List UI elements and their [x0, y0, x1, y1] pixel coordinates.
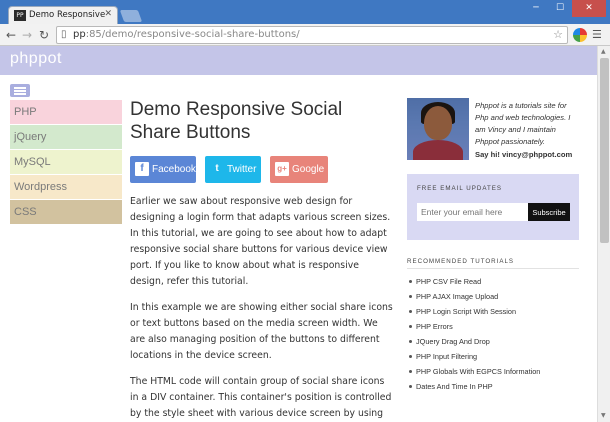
email-box-title: FREE EMAIL UPDATES — [417, 185, 503, 192]
subscribe-button[interactable]: Subscribe — [528, 203, 570, 221]
recommended-link[interactable]: JQuery Drag And Drop — [407, 334, 579, 349]
twitter-share-button[interactable]: t Twitter — [205, 156, 261, 183]
share-buttons: f Facebook t Twitter g+ Google — [130, 156, 395, 183]
twitter-icon: t — [215, 163, 219, 174]
profile-description: Phppot is a tutorials site for Php and w… — [475, 101, 571, 146]
contact-line[interactable]: Say hi! vincy@phppot.com — [475, 150, 572, 159]
site-logo[interactable]: phppot — [10, 50, 62, 68]
hamburger-line — [14, 93, 26, 95]
browser-toolbar: ← → ↻ ▯ pp:85/demo/responsive-social-sha… — [0, 24, 610, 46]
recommended-link[interactable]: PHP Errors — [407, 319, 579, 334]
browser-tab[interactable]: PP Demo Responsive Social S ✕ — [8, 6, 118, 24]
article-paragraph: The HTML code will contain group of soci… — [130, 376, 392, 419]
url-host: pp — [73, 29, 86, 40]
photo-face — [424, 106, 452, 140]
hamburger-line — [14, 87, 26, 89]
facebook-share-button[interactable]: f Facebook — [130, 156, 196, 183]
favicon-icon: PP — [14, 10, 26, 21]
reload-icon[interactable]: ↻ — [37, 27, 51, 43]
scroll-up-icon[interactable]: ▲ — [601, 48, 606, 55]
google-share-button[interactable]: g+ Google — [270, 156, 328, 183]
hamburger-line — [14, 90, 26, 92]
google-plus-icon: g+ — [275, 162, 289, 176]
menu-item-mysql[interactable]: MySQL — [10, 150, 122, 175]
recommended-link[interactable]: PHP CSV File Read — [407, 274, 579, 289]
star-icon[interactable]: ☆ — [553, 28, 563, 41]
photo-shoulders — [413, 140, 463, 160]
window-controls: ─ ☐ ✕ — [524, 0, 606, 18]
vertical-scrollbar[interactable]: ▲ ▼ — [597, 46, 610, 422]
email-input[interactable] — [417, 203, 529, 221]
menu-item-php[interactable]: PHP — [10, 100, 122, 125]
twitter-label: Twitter — [227, 164, 257, 175]
scrollbar-thumb[interactable] — [600, 58, 609, 243]
close-tab-icon[interactable]: ✕ — [104, 9, 112, 19]
site-header: phppot — [0, 46, 597, 75]
recommended-link[interactable]: Dates And Time In PHP — [407, 379, 579, 394]
article-paragraph: Earlier we saw about responsive web desi… — [130, 196, 391, 287]
new-tab-button[interactable] — [119, 10, 143, 22]
page-title: Demo Responsive Social Share Buttons — [130, 99, 343, 143]
extension-icon[interactable] — [573, 28, 587, 42]
google-label: Google — [292, 164, 325, 175]
maximize-icon[interactable]: ☐ — [548, 0, 572, 17]
page-icon: ▯ — [61, 29, 67, 40]
scroll-down-icon[interactable]: ▼ — [601, 412, 606, 419]
window-close-icon[interactable]: ✕ — [572, 0, 606, 17]
address-url[interactable]: pp:85/demo/responsive-social-share-butto… — [73, 29, 300, 40]
menu-toggle-button[interactable] — [10, 84, 30, 97]
main-content: Demo Responsive Social Share Buttons f F… — [130, 98, 395, 422]
menu-item-wordpress[interactable]: Wordpress — [10, 175, 122, 200]
page-viewport: phppot PHP jQuery MySQL Wordpress CSS De… — [0, 46, 597, 422]
menu-item-css[interactable]: CSS — [10, 200, 122, 225]
recommended-link[interactable]: PHP AJAX Image Upload — [407, 289, 579, 304]
address-bar[interactable]: ▯ pp:85/demo/responsive-social-share-but… — [56, 26, 568, 44]
minimize-icon[interactable]: ─ — [524, 0, 548, 17]
recommended-title: RECOMMENDED TUTORIALS — [407, 258, 515, 265]
email-signup-box: FREE EMAIL UPDATES Subscribe — [407, 174, 579, 240]
recommended-link[interactable]: PHP Login Script With Session — [407, 304, 579, 319]
category-menu: PHP jQuery MySQL Wordpress CSS — [10, 100, 122, 225]
recommended-link[interactable]: PHP Globals With EGPCS Information — [407, 364, 579, 379]
profile-photo — [407, 98, 469, 160]
facebook-icon: f — [135, 162, 149, 176]
facebook-label: Facebook — [152, 164, 196, 175]
divider — [407, 268, 579, 269]
tab-title: Demo Responsive Social S — [29, 10, 105, 20]
recommended-link[interactable]: PHP Input Filtering — [407, 349, 579, 364]
browser-titlebar: PP Demo Responsive Social S ✕ ─ ☐ ✕ — [0, 0, 610, 24]
arrow-left-icon[interactable]: ← — [4, 27, 18, 43]
url-path: :85/demo/responsive-social-share-buttons… — [85, 29, 300, 40]
article-paragraph: In this example we are showing either so… — [130, 302, 393, 361]
recommended-list: PHP CSV File Read PHP AJAX Image Upload … — [407, 274, 579, 394]
menu-item-jquery[interactable]: jQuery — [10, 125, 122, 150]
hamburger-menu-icon[interactable]: ☰ — [592, 28, 604, 41]
article-body: Earlier we saw about responsive web desi… — [130, 194, 395, 422]
arrow-right-icon[interactable]: → — [20, 27, 34, 43]
